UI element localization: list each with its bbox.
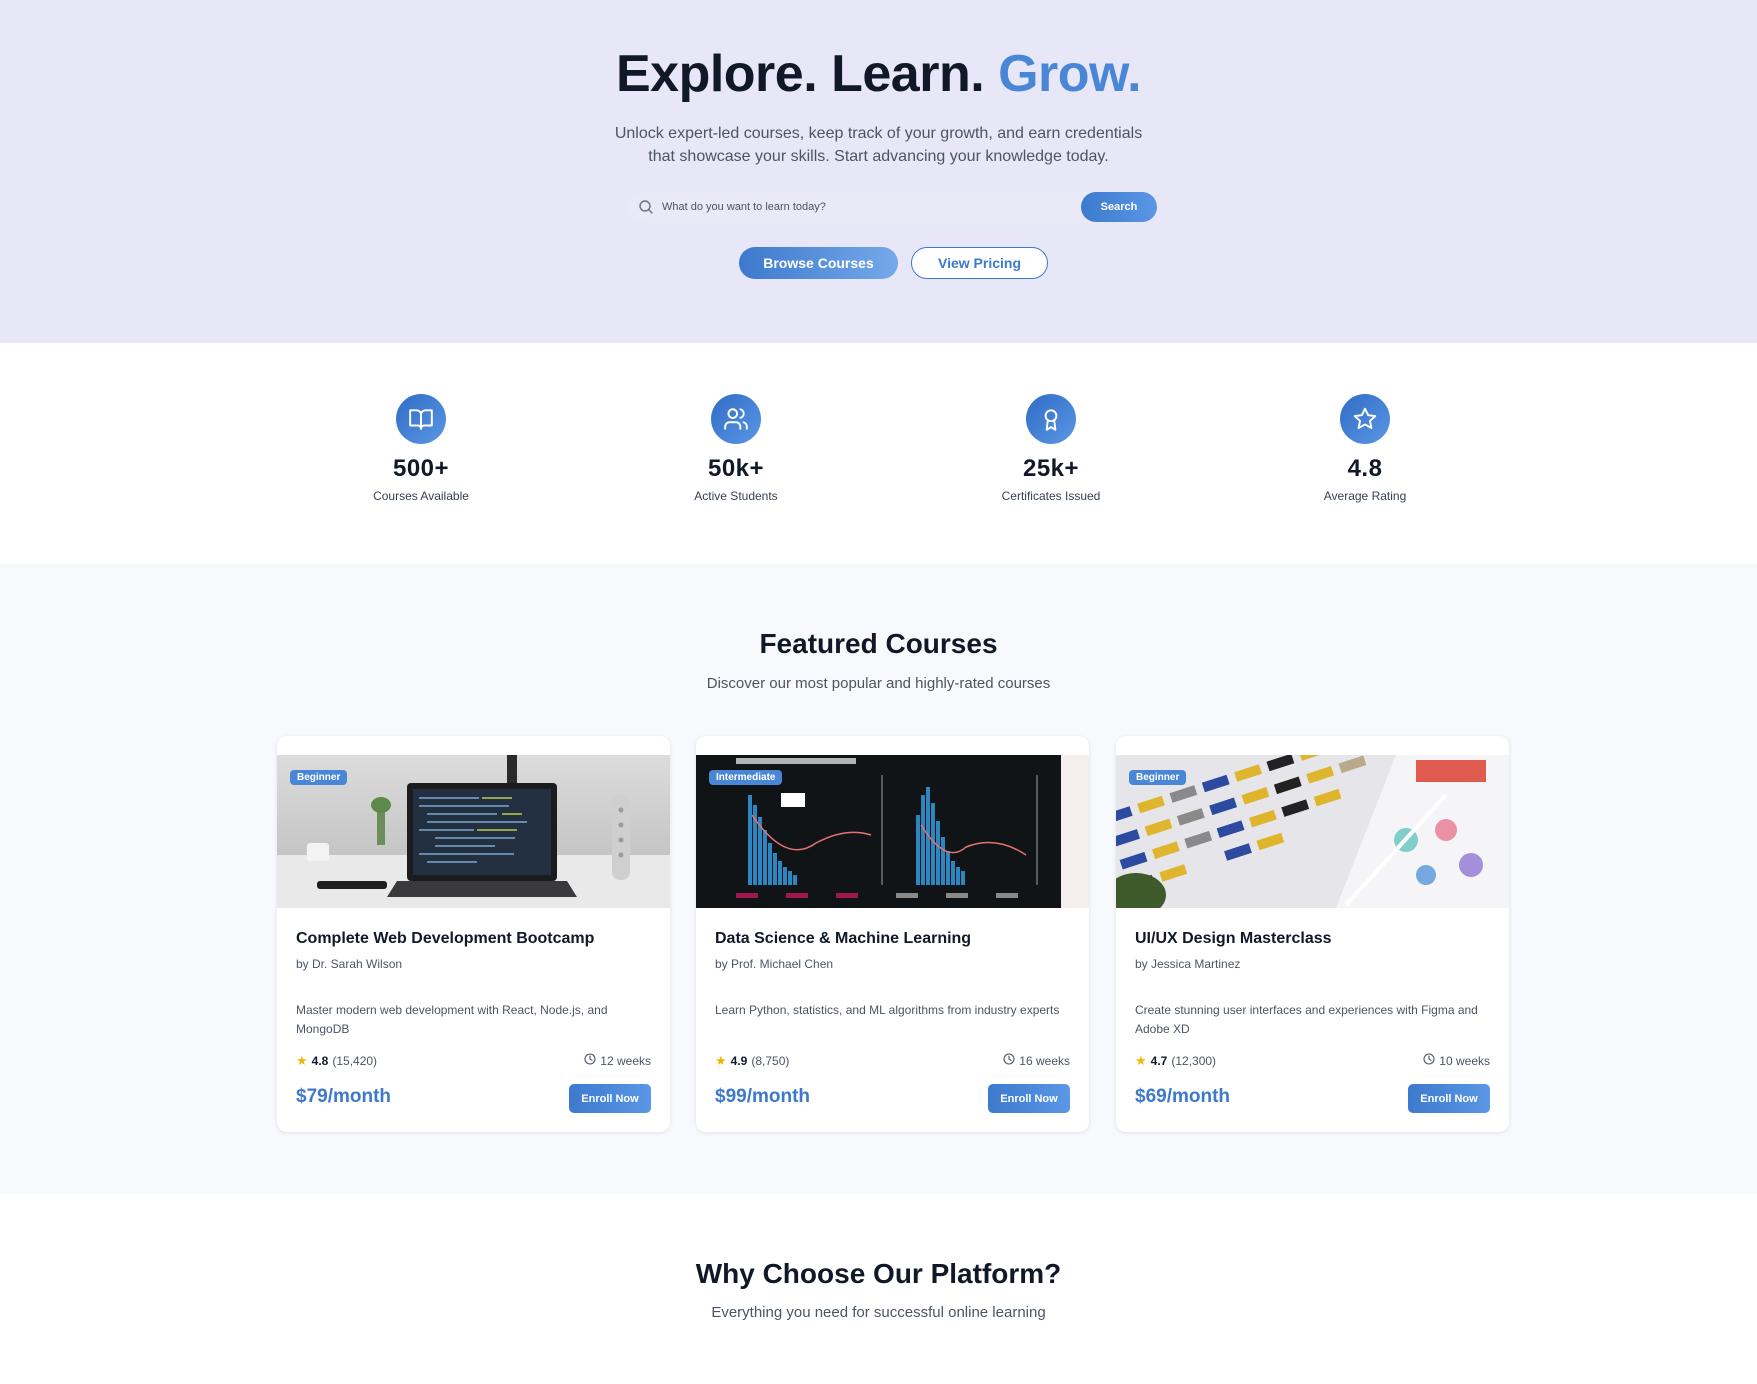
course-card[interactable]: Beginner Complete Web Development Bootca… xyxy=(277,736,670,1132)
search-input[interactable] xyxy=(662,195,1062,219)
course-description: Create stunning user interfaces and expe… xyxy=(1135,1003,1478,1036)
why-subtitle: Everything you need for successful onlin… xyxy=(711,1304,1046,1321)
course-rating: ★ 4.7 (12,300) xyxy=(1135,1053,1216,1069)
course-title[interactable]: Complete Web Development Bootcamp xyxy=(296,930,594,948)
stat-rating: 4.8 Average Rating xyxy=(1265,394,1465,503)
featured-title: Featured Courses xyxy=(759,628,998,659)
view-pricing-button[interactable]: View Pricing xyxy=(911,247,1048,279)
enroll-now-button[interactable]: Enroll Now xyxy=(988,1084,1070,1113)
clock-icon xyxy=(1423,1053,1435,1068)
course-card[interactable]: Beginner UI/UX Design Masterclass by Jes… xyxy=(1116,736,1509,1132)
rating-value: 4.9 xyxy=(730,1054,748,1068)
hero-subtitle-line1: Unlock expert-led courses, keep track of… xyxy=(614,125,1143,142)
stat-label: Active Students xyxy=(694,489,778,503)
featured-subtitle: Discover our most popular and highly-rat… xyxy=(706,675,1051,692)
star-icon xyxy=(1340,394,1390,444)
star-icon: ★ xyxy=(1135,1053,1147,1068)
course-image: Beginner xyxy=(1116,755,1509,908)
course-duration: 10 weeks xyxy=(1423,1053,1490,1068)
stat-value: 4.8 xyxy=(1347,455,1383,482)
rating-value: 4.7 xyxy=(1150,1054,1168,1068)
level-badge: Intermediate xyxy=(709,770,783,785)
course-rating: ★ 4.8 (15,420) xyxy=(296,1053,377,1069)
search-button[interactable]: Search xyxy=(1081,192,1157,222)
book-icon xyxy=(396,394,446,444)
course-price: $79/month xyxy=(296,1086,392,1107)
level-badge: Beginner xyxy=(1129,770,1187,785)
hero-section: Explore. Learn. Grow. Unlock expert-led … xyxy=(0,0,1757,343)
level-badge: Beginner xyxy=(290,770,348,785)
clock-icon xyxy=(584,1053,596,1068)
search-icon xyxy=(638,199,654,215)
course-duration: 12 weeks xyxy=(584,1053,651,1068)
enroll-now-button[interactable]: Enroll Now xyxy=(569,1084,651,1113)
hero-subtitle-line2: that showcase your skills. Start advanci… xyxy=(648,148,1109,165)
review-count: (15,420) xyxy=(332,1054,378,1068)
star-icon: ★ xyxy=(296,1053,308,1068)
course-duration: 16 weeks xyxy=(1003,1053,1070,1068)
course-author: by Jessica Martinez xyxy=(1135,957,1241,971)
browse-courses-button[interactable]: Browse Courses xyxy=(739,247,898,279)
clock-icon xyxy=(1003,1053,1015,1068)
hero-subtitle: Unlock expert-led courses, keep track of… xyxy=(0,122,1757,168)
star-icon: ★ xyxy=(715,1053,727,1068)
award-icon xyxy=(1026,394,1076,444)
course-price: $99/month xyxy=(715,1086,811,1107)
rating-value: 4.8 xyxy=(311,1054,329,1068)
stat-value: 25k+ xyxy=(1022,455,1080,482)
stat-label: Courses Available xyxy=(373,489,469,503)
duration-text: 10 weeks xyxy=(1439,1053,1490,1068)
stat-value: 500+ xyxy=(392,455,450,482)
featured-courses-section: Featured Courses Discover our most popul… xyxy=(0,564,1757,1194)
course-description: Master modern web development with React… xyxy=(296,1003,608,1036)
course-image: Intermediate xyxy=(696,755,1089,908)
course-image: Beginner xyxy=(277,755,670,908)
duration-text: 12 weeks xyxy=(600,1053,651,1068)
stat-label: Certificates Issued xyxy=(1001,489,1101,503)
course-description: Learn Python, statistics, and ML algorit… xyxy=(715,1003,1060,1017)
users-icon xyxy=(711,394,761,444)
why-choose-section: Why Choose Our Platform? Everything you … xyxy=(0,1194,1757,1384)
stat-label: Average Rating xyxy=(1323,489,1407,503)
enroll-now-button[interactable]: Enroll Now xyxy=(1408,1084,1490,1113)
course-author: by Prof. Michael Chen xyxy=(715,957,834,971)
hero-title: Explore. Learn. Grow. xyxy=(0,44,1757,104)
review-count: (12,300) xyxy=(1171,1054,1217,1068)
course-author: by Dr. Sarah Wilson xyxy=(296,957,403,971)
hero-title-accent: Grow. xyxy=(998,45,1142,103)
why-title: Why Choose Our Platform? xyxy=(695,1258,1062,1289)
review-count: (8,750) xyxy=(751,1054,790,1068)
course-card[interactable]: Intermediate Data Science & Machine Lear… xyxy=(696,736,1089,1132)
stat-students: 50k+ Active Students xyxy=(636,394,836,503)
stats-section: 500+ Courses Available 50k+ Active Stude… xyxy=(0,343,1757,564)
stat-courses: 500+ Courses Available xyxy=(321,394,521,503)
stat-certificates: 25k+ Certificates Issued xyxy=(951,394,1151,503)
duration-text: 16 weeks xyxy=(1019,1053,1070,1068)
search-bar: Search xyxy=(628,191,1157,223)
course-rating: ★ 4.9 (8,750) xyxy=(715,1053,789,1069)
course-title[interactable]: UI/UX Design Masterclass xyxy=(1135,930,1332,948)
hero-title-main: Explore. Learn. xyxy=(615,45,985,103)
course-price: $69/month xyxy=(1135,1086,1231,1107)
course-title[interactable]: Data Science & Machine Learning xyxy=(715,930,971,948)
stat-value: 50k+ xyxy=(707,455,765,482)
